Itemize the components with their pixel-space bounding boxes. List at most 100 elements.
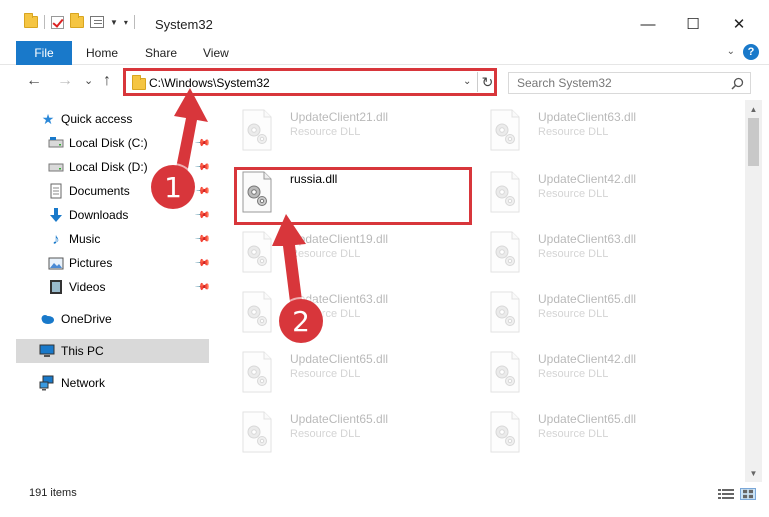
file-name: UpdateClient65.dll xyxy=(290,352,389,366)
status-bar: 191 items xyxy=(0,482,769,506)
search-placeholder: Search System32 xyxy=(517,76,612,90)
network-icon xyxy=(39,375,54,391)
dll-file-icon xyxy=(240,290,274,334)
scroll-up-button[interactable]: ▲ xyxy=(745,102,762,116)
folder-icon[interactable] xyxy=(24,13,38,28)
sidebar-item-videos[interactable]: Videos 📌 xyxy=(16,275,211,299)
dll-file-icon xyxy=(488,170,522,214)
file-item[interactable]: UpdateClient42.dll Resource DLL xyxy=(488,350,728,410)
file-name: UpdateClient42.dll xyxy=(538,172,637,186)
sidebar-item-label: This PC xyxy=(61,344,104,358)
view-options-icon[interactable] xyxy=(90,16,104,28)
navigation-bar: ← → ⌄ ↑ C:\Windows\System32 ⌄ ↻ Search S… xyxy=(0,66,769,100)
step-badge-1: 1 xyxy=(151,165,195,209)
sidebar-item-label: Documents xyxy=(69,184,130,198)
help-icon[interactable]: ? xyxy=(743,44,759,60)
file-type: Resource DLL xyxy=(290,126,361,138)
file-item[interactable]: UpdateClient42.dll Resource DLL xyxy=(488,170,728,230)
file-type: Resource DLL xyxy=(538,188,609,200)
file-name: UpdateClient65.dll xyxy=(290,412,389,426)
file-item[interactable]: UpdateClient65.dll Resource DLL xyxy=(240,350,480,410)
chevron-down-icon[interactable]: ⌄ xyxy=(727,46,735,57)
tab-share[interactable]: Share xyxy=(145,46,177,60)
pin-icon[interactable]: 📌 xyxy=(194,231,211,248)
forward-button[interactable]: → xyxy=(57,72,73,90)
sidebar-item-this-pc[interactable]: This PC xyxy=(16,339,209,363)
sidebar-item-label: Music xyxy=(69,232,101,246)
sidebar-item-music[interactable]: ♪ Music 📌 xyxy=(16,227,211,251)
computer-icon xyxy=(39,344,55,357)
step-badge-2: 2 xyxy=(279,299,323,343)
file-name: UpdateClient21.dll xyxy=(290,110,389,124)
dll-file-icon xyxy=(488,350,522,394)
tab-file[interactable]: File xyxy=(16,41,72,65)
sidebar-item-label: OneDrive xyxy=(61,312,112,326)
back-button[interactable]: ← xyxy=(26,72,42,90)
scroll-thumb[interactable] xyxy=(748,118,759,166)
drive-icon xyxy=(48,163,64,172)
dll-file-icon xyxy=(488,290,522,334)
file-name: UpdateClient63.dll xyxy=(538,232,637,246)
dll-file-icon xyxy=(240,170,274,214)
file-name: UpdateClient63.dll xyxy=(538,110,637,124)
dll-file-icon xyxy=(240,350,274,394)
vertical-scrollbar[interactable]: ▲ ▼ xyxy=(745,100,762,482)
sidebar-item-label: Network xyxy=(61,376,106,390)
file-type: Resource DLL xyxy=(538,126,609,138)
new-folder-icon[interactable] xyxy=(70,13,84,28)
divider xyxy=(44,15,45,29)
recent-locations-button[interactable]: ⌄ xyxy=(84,74,93,87)
dll-file-icon xyxy=(240,108,274,152)
sidebar-item-network[interactable]: Network xyxy=(16,371,209,395)
customize-toolbar-icon[interactable]: ▾ xyxy=(124,18,128,27)
sidebar-item-label: Pictures xyxy=(69,256,113,270)
pictures-icon xyxy=(48,257,64,270)
pin-icon[interactable]: 📌 xyxy=(194,255,211,272)
dll-file-icon xyxy=(488,230,522,274)
up-button[interactable]: ↑ xyxy=(103,72,111,90)
file-item[interactable]: UpdateClient65.dll Resource DLL xyxy=(488,410,728,470)
ribbon: File Home Share View ⌄ ? xyxy=(0,40,769,65)
quick-access-toolbar: ▼ ▾ xyxy=(24,13,135,29)
dll-file-icon xyxy=(488,108,522,152)
documents-icon xyxy=(50,183,62,199)
pin-icon[interactable]: 📌 xyxy=(194,207,211,224)
maximize-button[interactable]: ☐ xyxy=(670,9,716,39)
close-button[interactable]: ✕ xyxy=(716,9,762,39)
large-icons-view-icon[interactable] xyxy=(740,488,756,500)
file-type: Resource DLL xyxy=(538,428,609,440)
sidebar-item-label: Local Disk (D:) xyxy=(69,160,148,174)
file-item[interactable]: UpdateClient63.dll Resource DLL xyxy=(488,108,728,168)
tab-home[interactable]: Home xyxy=(86,46,118,60)
chevron-down-icon[interactable]: ▼ xyxy=(110,18,118,27)
pin-icon[interactable]: 📌 xyxy=(194,279,211,296)
title-bar: ▼ ▾ System32 — ☐ ✕ xyxy=(0,0,769,44)
file-name: russia.dll xyxy=(290,172,338,186)
drive-icon xyxy=(48,137,64,148)
sidebar-item-label: Local Disk (C:) xyxy=(69,136,148,150)
window-title: System32 xyxy=(155,17,213,32)
search-input[interactable]: Search System32 xyxy=(508,72,751,94)
cloud-icon xyxy=(41,315,54,324)
search-icon[interactable] xyxy=(731,77,744,90)
file-item[interactable]: UpdateClient21.dll Resource DLL xyxy=(240,108,480,168)
scroll-down-button[interactable]: ▼ xyxy=(745,466,762,480)
folder-icon xyxy=(132,75,146,90)
sidebar-item-pictures[interactable]: Pictures 📌 xyxy=(16,251,211,275)
file-item[interactable]: UpdateClient65.dll Resource DLL xyxy=(488,290,728,350)
refresh-button[interactable]: ↻ xyxy=(477,72,497,92)
sidebar-item-onedrive[interactable]: OneDrive xyxy=(16,307,209,331)
file-item[interactable]: UpdateClient63.dll Resource DLL xyxy=(488,230,728,290)
properties-check-icon[interactable] xyxy=(51,15,64,29)
tab-view[interactable]: View xyxy=(203,46,229,60)
dll-file-icon xyxy=(488,410,522,454)
file-item[interactable]: UpdateClient65.dll Resource DLL xyxy=(240,410,480,470)
address-dropdown-button[interactable]: ⌄ xyxy=(463,76,471,87)
file-type: Resource DLL xyxy=(538,368,609,380)
file-name: UpdateClient65.dll xyxy=(538,412,637,426)
dll-file-icon xyxy=(240,230,274,274)
star-icon: ★ xyxy=(41,110,55,127)
details-view-icon[interactable] xyxy=(718,488,734,500)
minimize-button[interactable]: — xyxy=(625,9,671,39)
sidebar-item-label: Videos xyxy=(69,280,106,294)
